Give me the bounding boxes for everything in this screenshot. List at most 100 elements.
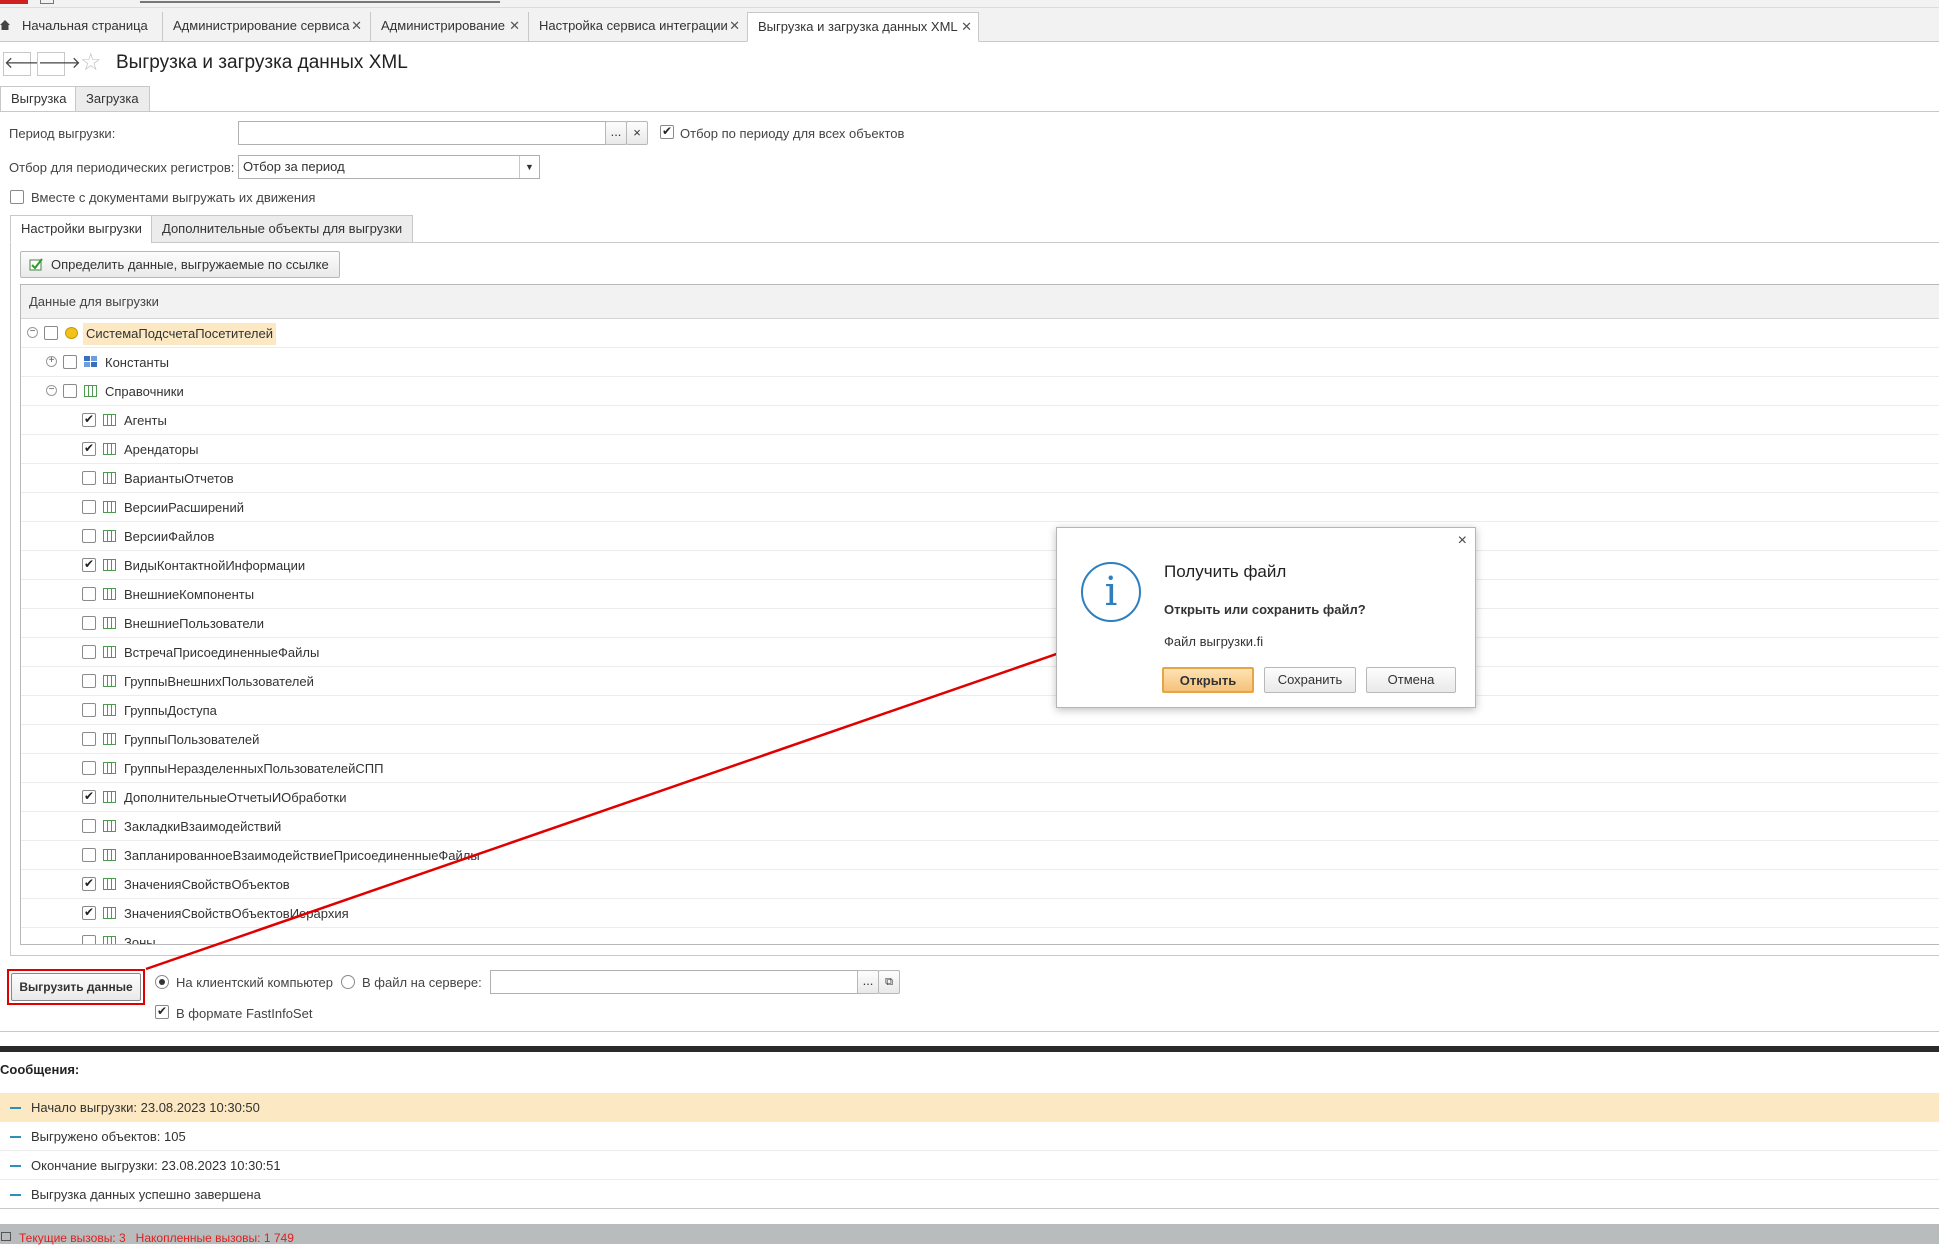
cancel-button[interactable]: Отмена	[1366, 667, 1456, 693]
row-checkbox[interactable]	[82, 819, 96, 833]
row-checkbox[interactable]	[82, 732, 96, 746]
row-checkbox[interactable]	[82, 442, 96, 456]
tree-row[interactable]: + Константы	[21, 348, 1939, 377]
chevron-down-icon[interactable]: ▼	[519, 156, 539, 178]
tree-row[interactable]: ДополнительныеОтчетыИОбработки	[21, 783, 1939, 812]
tab-export[interactable]: Выгрузка	[0, 86, 78, 112]
catalog-table-icon	[103, 414, 116, 426]
close-icon[interactable]: ✕	[509, 12, 520, 40]
tree-row[interactable]: Зоны	[21, 928, 1939, 944]
define-by-reference-button[interactable]: Определить данные, выгружаемые по ссылке	[20, 251, 340, 278]
dialog-question: Открыть или сохранить файл?	[1164, 602, 1366, 617]
message-row[interactable]: Окончание выгрузки: 23.08.2023 10:30:51	[0, 1151, 1939, 1180]
tree-row[interactable]: ВнешниеПользователи	[21, 609, 1939, 638]
tree-row[interactable]: ЗначенияСвойствОбъектовИерархия	[21, 899, 1939, 928]
row-checkbox[interactable]	[82, 761, 96, 775]
row-checkbox[interactable]	[82, 413, 96, 427]
with-movements-checkbox[interactable]	[10, 190, 24, 204]
tree-row[interactable]: − СистемаПодсчетаПосетителей	[21, 319, 1939, 348]
tree-row[interactable]: ВнешниеКомпоненты	[21, 580, 1939, 609]
row-checkbox[interactable]	[82, 471, 96, 485]
row-checkbox[interactable]	[63, 384, 77, 398]
period-input[interactable]	[238, 121, 606, 145]
close-icon[interactable]: ✕	[961, 13, 972, 41]
catalog-table-icon	[103, 936, 116, 944]
tree-row[interactable]: ВидыКонтактнойИнформации	[21, 551, 1939, 580]
export-data-tree[interactable]: Данные для выгрузки − СистемаПодсчетаПосе…	[20, 284, 1939, 945]
dash-icon	[10, 1194, 21, 1196]
tree-row[interactable]: Агенты	[21, 406, 1939, 435]
tree-row-label: СистемаПодсчетаПосетителей	[83, 323, 276, 345]
tree-row[interactable]: ВерсииФайлов	[21, 522, 1939, 551]
forward-button[interactable]: 🡒	[37, 52, 81, 76]
tab-xml-export-import[interactable]: Выгрузка и загрузка данных XML ✕	[747, 12, 979, 42]
row-checkbox[interactable]	[82, 558, 96, 572]
close-icon[interactable]: ×	[1458, 532, 1467, 550]
messages-list: Начало выгрузки: 23.08.2023 10:30:50 Выг…	[0, 1093, 1939, 1209]
favorite-star-icon[interactable]: ☆	[80, 50, 102, 76]
server-file-label: В файл на сервере:	[362, 975, 482, 990]
tree-row[interactable]: ГруппыНеразделенныхПользователейСПП	[21, 754, 1939, 783]
close-icon[interactable]: ✕	[729, 12, 740, 40]
row-checkbox[interactable]	[82, 935, 96, 944]
tab-import[interactable]: Загрузка	[75, 86, 150, 112]
row-checkbox[interactable]	[82, 616, 96, 630]
row-checkbox[interactable]	[63, 355, 77, 369]
tree-row-label: ЗакладкиВзаимодействий	[124, 819, 282, 834]
tree-row[interactable]: ВариантыОтчетов	[21, 464, 1939, 493]
tree-row[interactable]: ВстречаПрисоединенныеФайлы	[21, 638, 1939, 667]
row-checkbox[interactable]	[82, 674, 96, 688]
tab-home[interactable]: Начальная страница	[0, 12, 160, 42]
row-checkbox[interactable]	[82, 500, 96, 514]
server-path-select-button[interactable]: ...	[857, 970, 879, 994]
close-icon[interactable]: ✕	[351, 12, 362, 40]
row-checkbox[interactable]	[82, 790, 96, 804]
row-checkbox[interactable]	[44, 326, 58, 340]
collapse-icon[interactable]: −	[27, 327, 38, 338]
page-title: Выгрузка и загрузка данных XML	[116, 52, 408, 73]
tab-export-settings[interactable]: Настройки выгрузки	[10, 215, 153, 243]
row-checkbox[interactable]	[82, 848, 96, 862]
tree-row[interactable]: − Справочники	[21, 377, 1939, 406]
divider	[0, 111, 1939, 112]
splitter-bar[interactable]	[0, 1046, 1939, 1052]
open-button[interactable]: Открыть	[1162, 667, 1254, 693]
client-computer-radio[interactable]	[155, 975, 169, 989]
tree-row[interactable]: ЗакладкиВзаимодействий	[21, 812, 1939, 841]
period-label: Период выгрузки:	[9, 126, 116, 141]
tree-row[interactable]: ЗапланированноеВзаимодействиеПрисоединен…	[21, 841, 1939, 870]
tab-service-admin[interactable]: Администрирование сервиса ✕	[162, 12, 368, 42]
filter-all-checkbox[interactable]	[660, 125, 674, 139]
save-button[interactable]: Сохранить	[1264, 667, 1356, 693]
periodic-select[interactable]: Отбор за период ▼	[238, 155, 540, 179]
period-select-button[interactable]: ...	[605, 121, 627, 145]
message-row[interactable]: Начало выгрузки: 23.08.2023 10:30:50	[0, 1093, 1939, 1122]
tree-row[interactable]: ГруппыВнешнихПользователей	[21, 667, 1939, 696]
collapse-icon[interactable]: −	[46, 385, 57, 396]
server-path-input[interactable]	[490, 970, 858, 994]
tree-row[interactable]: ЗначенияСвойствОбъектов	[21, 870, 1939, 899]
tree-row[interactable]: ВерсииРасширений	[21, 493, 1939, 522]
tree-row[interactable]: ГруппыПользователей	[21, 725, 1939, 754]
tree-row[interactable]: Арендаторы	[21, 435, 1939, 464]
back-button[interactable]: 🡐	[3, 52, 47, 76]
export-data-button[interactable]: Выгрузить данные	[11, 973, 141, 1001]
message-row[interactable]: Выгрузка данных успешно завершена	[0, 1180, 1939, 1209]
tab-integration-settings[interactable]: Настройка сервиса интеграции ✕	[528, 12, 746, 42]
expand-icon[interactable]: +	[46, 356, 57, 367]
tree-row-label: ВерсииФайлов	[124, 529, 215, 544]
tree-row[interactable]: ГруппыДоступа	[21, 696, 1939, 725]
row-checkbox[interactable]	[82, 703, 96, 717]
open-window-icon[interactable]: ⧉	[878, 970, 900, 994]
message-row[interactable]: Выгружено объектов: 105	[0, 1122, 1939, 1151]
row-checkbox[interactable]	[82, 529, 96, 543]
row-checkbox[interactable]	[82, 587, 96, 601]
tab-additional-objects[interactable]: Дополнительные объекты для выгрузки	[151, 215, 414, 243]
row-checkbox[interactable]	[82, 906, 96, 920]
fastinfoset-checkbox[interactable]	[155, 1005, 169, 1019]
row-checkbox[interactable]	[82, 877, 96, 891]
period-clear-button[interactable]: ×	[626, 121, 648, 145]
row-checkbox[interactable]	[82, 645, 96, 659]
tab-admin[interactable]: Администрирование ✕	[370, 12, 526, 42]
server-file-radio[interactable]	[341, 975, 355, 989]
